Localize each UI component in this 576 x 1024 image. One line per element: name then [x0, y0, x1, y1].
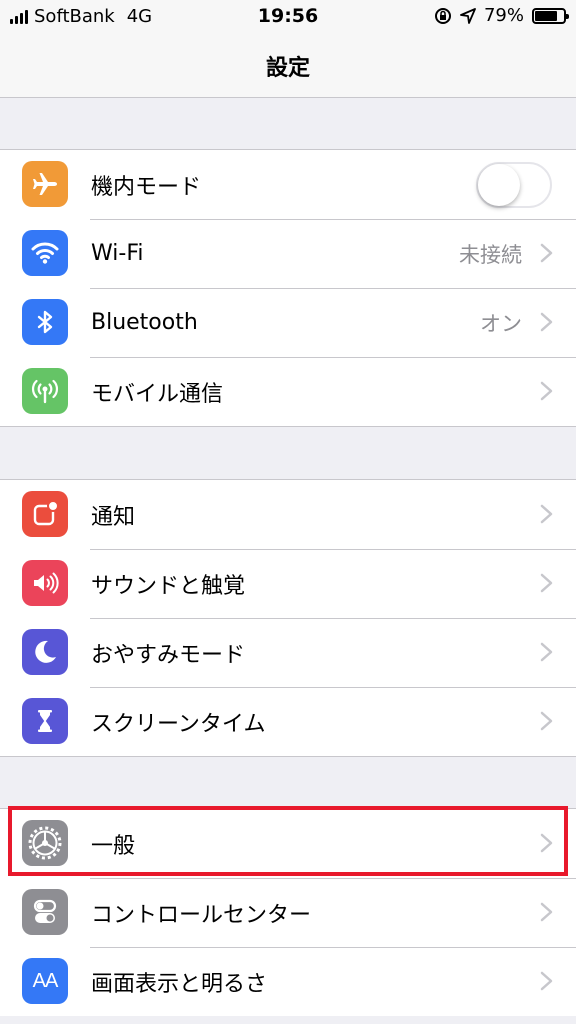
- control-center-label: コントロールセンター: [91, 902, 312, 928]
- antenna-icon: [22, 368, 68, 414]
- do-not-disturb-label: おやすみモード: [91, 642, 246, 668]
- page-title: 設定: [265, 55, 310, 81]
- settings-group-connectivity: 機内モード Wi-Fi 未接続 Bluetooth オン モバイル通信: [0, 149, 576, 427]
- speaker-icon: [22, 560, 68, 606]
- mobile-data-label: モバイル通信: [91, 381, 224, 407]
- notification-icon: [22, 491, 68, 537]
- notifications-label: 通知: [91, 504, 136, 530]
- chevron-right-icon: [540, 381, 553, 401]
- hourglass-icon: [22, 698, 68, 744]
- battery-percent: 79%: [483, 5, 524, 26]
- chevron-right-icon: [540, 971, 553, 991]
- settings-row-do-not-disturb[interactable]: おやすみモード: [0, 618, 576, 687]
- chevron-right-icon: [540, 573, 553, 593]
- toggle-knob: [478, 164, 520, 206]
- bluetooth-label: Bluetooth: [91, 310, 198, 335]
- settings-row-mobile-data[interactable]: モバイル通信: [0, 357, 576, 426]
- settings-row-screen-time[interactable]: スクリーンタイム: [0, 687, 576, 756]
- settings-group-notifications: 通知 サウンドと触覚 おやすみモード スクリーンタイム: [0, 479, 576, 757]
- chevron-right-icon: [540, 642, 553, 662]
- switches-icon: [22, 889, 68, 935]
- orientation-lock-icon: [434, 7, 451, 24]
- wifi-label: Wi-Fi: [91, 241, 144, 266]
- bluetooth-icon: [22, 299, 68, 345]
- location-icon: [460, 7, 476, 24]
- screen-time-label: スクリーンタイム: [91, 711, 266, 737]
- settings-row-wifi[interactable]: Wi-Fi 未接続: [0, 219, 576, 288]
- airplane-mode-toggle[interactable]: [476, 162, 552, 208]
- chevron-right-icon: [540, 711, 553, 731]
- airplane-mode-label: 機内モード: [91, 174, 202, 200]
- airplane-icon: [22, 161, 68, 207]
- bluetooth-status: オン: [480, 311, 522, 336]
- status-bar-right: 79%: [434, 5, 569, 26]
- settings-row-notifications[interactable]: 通知: [0, 480, 576, 549]
- wifi-icon: [22, 230, 68, 276]
- wifi-status: 未接続: [459, 242, 522, 267]
- chevron-right-icon: [540, 312, 553, 332]
- chevron-right-icon: [540, 833, 553, 853]
- navigation-bar: 設定: [0, 34, 576, 98]
- moon-icon: [22, 629, 68, 675]
- display-label: 画面表示と明るさ: [91, 971, 268, 997]
- text-size-icon: AA: [22, 958, 68, 1004]
- settings-row-sounds[interactable]: サウンドと触覚: [0, 549, 576, 618]
- chevron-right-icon: [540, 902, 553, 922]
- general-label: 一般: [91, 833, 136, 859]
- battery-icon: [532, 7, 569, 24]
- chevron-right-icon: [540, 243, 553, 263]
- settings-row-control-center[interactable]: コントロールセンター: [0, 878, 576, 947]
- gear-icon: [22, 820, 68, 866]
- settings-row-display[interactable]: AA 画面表示と明るさ: [0, 947, 576, 1016]
- battery-level: [535, 10, 558, 21]
- status-bar: SoftBank 4G 19:56 79%: [0, 0, 576, 34]
- settings-row-bluetooth[interactable]: Bluetooth オン: [0, 288, 576, 357]
- settings-row-general[interactable]: 一般: [0, 809, 576, 878]
- settings-row-airplane-mode[interactable]: 機内モード: [0, 150, 576, 219]
- settings-group-general: 一般 コントロールセンター AA 画面表示と明るさ: [0, 808, 576, 1016]
- text-size-icon-glyph: AA: [32, 969, 59, 992]
- chevron-right-icon: [540, 504, 553, 524]
- sounds-label: サウンドと触覚: [91, 573, 246, 599]
